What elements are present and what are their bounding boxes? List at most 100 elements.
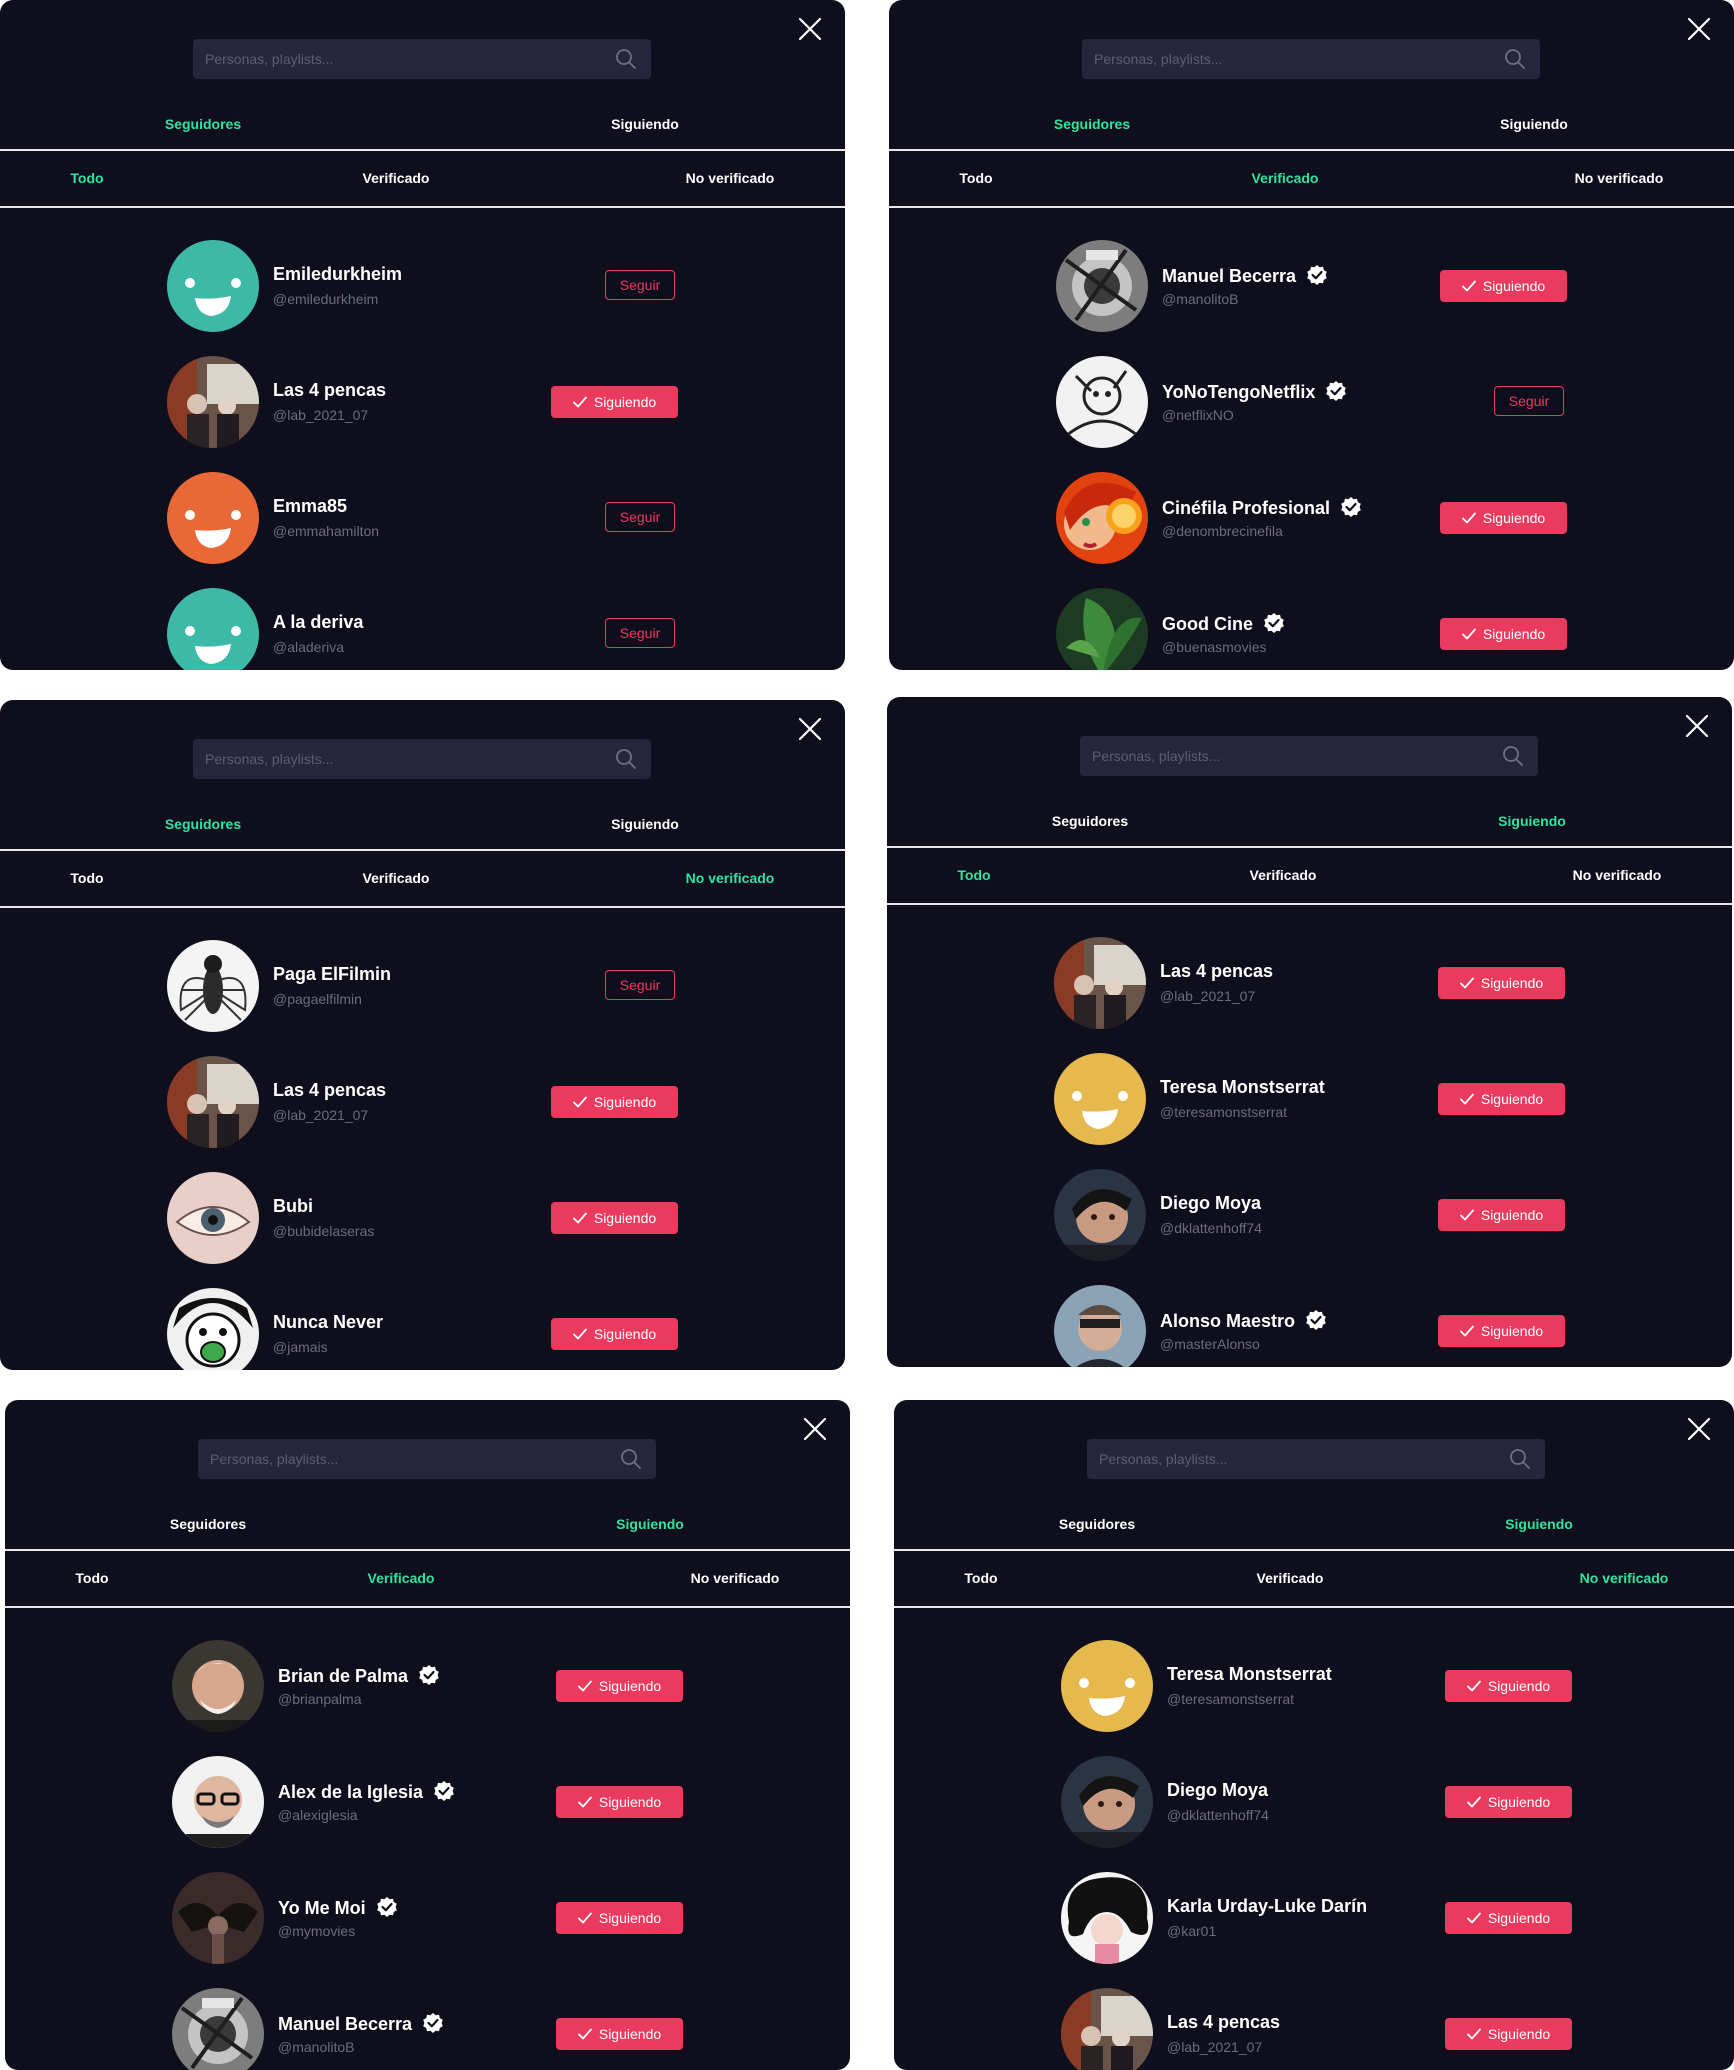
avatar[interactable] (1056, 472, 1148, 564)
following-button[interactable]: Siguiendo (551, 386, 678, 418)
avatar[interactable] (1061, 1988, 1153, 2070)
user-name[interactable]: Brian de Palma (278, 1666, 408, 1687)
tab-siguiendo[interactable]: Siguiendo (611, 116, 679, 132)
user-name[interactable]: A la deriva (273, 612, 363, 633)
close-icon[interactable] (1686, 1416, 1712, 1442)
user-name[interactable]: Diego Moya (1167, 1780, 1268, 1801)
avatar[interactable] (167, 1172, 259, 1264)
user-name[interactable]: Manuel Becerra (278, 2014, 412, 2035)
avatar[interactable] (1054, 1169, 1146, 1261)
following-button[interactable]: Siguiendo (556, 1786, 683, 1818)
follow-button[interactable]: Seguir (1494, 386, 1564, 416)
avatar[interactable] (1061, 1872, 1153, 1964)
avatar[interactable] (172, 1640, 264, 1732)
search-input[interactable]: Personas, playlists... (198, 1439, 656, 1479)
tab-siguiendo[interactable]: Siguiendo (1500, 116, 1568, 132)
tab-todo[interactable]: Todo (957, 867, 990, 883)
following-button[interactable]: Siguiendo (1440, 618, 1567, 650)
following-button[interactable]: Siguiendo (1438, 967, 1565, 999)
following-button[interactable]: Siguiendo (556, 1902, 683, 1934)
follow-button[interactable]: Seguir (605, 970, 675, 1000)
tab-todo[interactable]: Todo (75, 1570, 108, 1586)
user-name[interactable]: Las 4 pencas (273, 380, 386, 401)
tab-verificado[interactable]: Verificado (368, 1570, 435, 1586)
tab-no-verificado[interactable]: No verificado (686, 870, 775, 886)
tab-no-verificado[interactable]: No verificado (691, 1570, 780, 1586)
search-input[interactable]: Personas, playlists... (1082, 39, 1540, 79)
avatar[interactable] (167, 1056, 259, 1148)
tab-no-verificado[interactable]: No verificado (1573, 867, 1662, 883)
avatar[interactable] (1061, 1756, 1153, 1848)
tab-siguiendo[interactable]: Siguiendo (1498, 813, 1566, 829)
user-name[interactable]: Alonso Maestro (1160, 1311, 1295, 1332)
tab-verificado[interactable]: Verificado (363, 170, 430, 186)
tab-verificado[interactable]: Verificado (363, 870, 430, 886)
avatar[interactable] (167, 356, 259, 448)
search-icon[interactable] (1509, 1448, 1531, 1470)
search-icon[interactable] (615, 48, 637, 70)
user-name[interactable]: Emma85 (273, 496, 347, 517)
search-icon[interactable] (1504, 48, 1526, 70)
tab-verificado[interactable]: Verificado (1250, 867, 1317, 883)
avatar[interactable] (167, 240, 259, 332)
user-name[interactable]: Alex de la Iglesia (278, 1782, 423, 1803)
following-button[interactable]: Siguiendo (1440, 270, 1567, 302)
user-name[interactable]: Cinéfila Profesional (1162, 498, 1330, 519)
avatar[interactable] (1054, 937, 1146, 1029)
user-name[interactable]: Bubi (273, 1196, 313, 1217)
tab-todo[interactable]: Todo (964, 1570, 997, 1586)
tab-no-verificado[interactable]: No verificado (1575, 170, 1664, 186)
follow-button[interactable]: Seguir (605, 270, 675, 300)
user-name[interactable]: Las 4 pencas (273, 1080, 386, 1101)
avatar[interactable] (167, 940, 259, 1032)
search-input[interactable]: Personas, playlists... (1087, 1439, 1545, 1479)
avatar[interactable] (172, 1988, 264, 2070)
tab-todo[interactable]: Todo (959, 170, 992, 186)
following-button[interactable]: Siguiendo (1445, 1670, 1572, 1702)
tab-siguiendo[interactable]: Siguiendo (616, 1516, 684, 1532)
search-icon[interactable] (1502, 745, 1524, 767)
following-button[interactable]: Siguiendo (1445, 1786, 1572, 1818)
following-button[interactable]: Siguiendo (551, 1202, 678, 1234)
close-icon[interactable] (1686, 16, 1712, 42)
user-name[interactable]: Karla Urday-Luke Darín (1167, 1896, 1367, 1917)
tab-siguiendo[interactable]: Siguiendo (611, 816, 679, 832)
search-input[interactable]: Personas, playlists... (1080, 736, 1538, 776)
close-icon[interactable] (797, 16, 823, 42)
user-name[interactable]: Emiledurkheim (273, 264, 402, 285)
user-name[interactable]: Paga ElFilmin (273, 964, 391, 985)
following-button[interactable]: Siguiendo (556, 2018, 683, 2050)
search-icon[interactable] (615, 748, 637, 770)
following-button[interactable]: Siguiendo (1440, 502, 1567, 534)
tab-seguidores[interactable]: Seguidores (165, 816, 241, 832)
search-icon[interactable] (620, 1448, 642, 1470)
avatar[interactable] (1061, 1640, 1153, 1732)
following-button[interactable]: Siguiendo (1438, 1083, 1565, 1115)
avatar[interactable] (172, 1756, 264, 1848)
search-input[interactable]: Personas, playlists... (193, 739, 651, 779)
search-input[interactable]: Personas, playlists... (193, 39, 651, 79)
tab-seguidores[interactable]: Seguidores (165, 116, 241, 132)
user-name[interactable]: Nunca Never (273, 1312, 383, 1333)
avatar[interactable] (1054, 1053, 1146, 1145)
avatar[interactable] (167, 472, 259, 564)
follow-button[interactable]: Seguir (605, 502, 675, 532)
following-button[interactable]: Siguiendo (1445, 1902, 1572, 1934)
close-icon[interactable] (802, 1416, 828, 1442)
close-icon[interactable] (1684, 713, 1710, 739)
user-name[interactable]: Las 4 pencas (1160, 961, 1273, 982)
tab-verificado[interactable]: Verificado (1257, 1570, 1324, 1586)
tab-todo[interactable]: Todo (70, 870, 103, 886)
avatar[interactable] (1056, 356, 1148, 448)
following-button[interactable]: Siguiendo (551, 1086, 678, 1118)
following-button[interactable]: Siguiendo (1438, 1315, 1565, 1347)
user-name[interactable]: Las 4 pencas (1167, 2012, 1280, 2033)
follow-button[interactable]: Seguir (605, 618, 675, 648)
avatar[interactable] (1054, 1285, 1146, 1367)
user-name[interactable]: Teresa Monstserrat (1160, 1077, 1325, 1098)
close-icon[interactable] (797, 716, 823, 742)
user-name[interactable]: Good Cine (1162, 614, 1253, 635)
avatar[interactable] (172, 1872, 264, 1964)
tab-todo[interactable]: Todo (70, 170, 103, 186)
tab-seguidores[interactable]: Seguidores (170, 1516, 246, 1532)
